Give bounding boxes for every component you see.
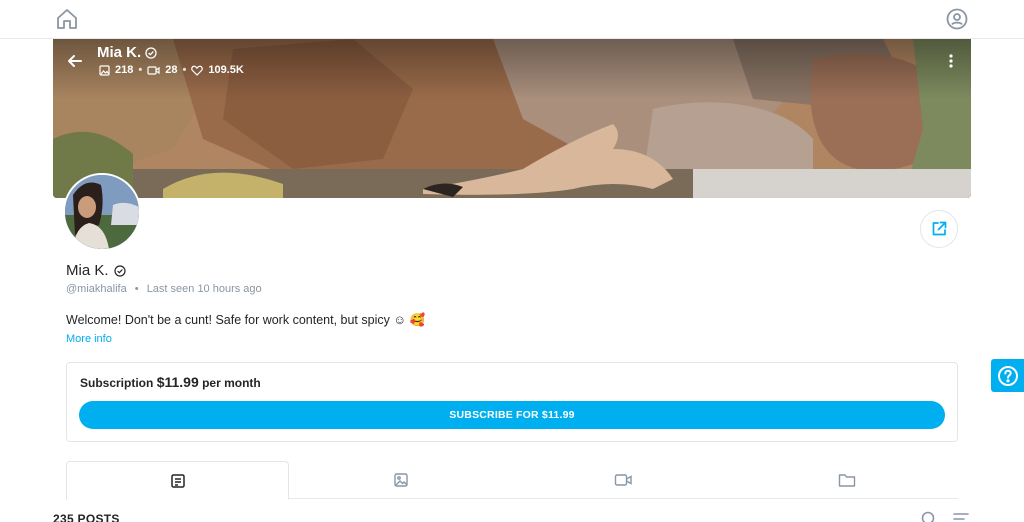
share-button[interactable] (920, 210, 958, 248)
posts-icon (170, 473, 185, 488)
search-icon[interactable] (920, 510, 938, 522)
help-button[interactable] (991, 359, 1024, 392)
home-icon[interactable] (55, 7, 79, 31)
share-icon (932, 221, 947, 236)
likes-count: 109.5K (208, 64, 244, 76)
more-vertical-icon (949, 54, 953, 68)
stats-separator: • (182, 64, 187, 76)
tab-collections[interactable] (735, 461, 958, 499)
video-icon (147, 65, 160, 75)
content-tabs (66, 461, 958, 500)
verified-badge-icon (113, 264, 126, 277)
cover-image: Mia K. 218 • 28 • 109.5K (53, 39, 971, 198)
photos-count: 218 (115, 64, 134, 76)
verified-badge-icon (145, 46, 157, 59)
folder-icon (838, 474, 855, 487)
tab-posts[interactable] (66, 461, 289, 500)
heart-icon (191, 65, 204, 76)
help-icon (997, 365, 1018, 386)
sort-icon[interactable] (952, 512, 970, 522)
top-bar (0, 0, 1024, 39)
photo-icon (99, 64, 110, 76)
subscribe-button[interactable]: SUBSCRIBE FOR $11.99 (79, 401, 945, 429)
subscription-title: Subscription $11.99 per month (80, 374, 261, 390)
last-seen: Last seen 10 hours ago (146, 283, 262, 295)
videos-count: 28 (165, 64, 178, 76)
meta-separator: • (134, 283, 139, 295)
cover-name-label: Mia K. (97, 44, 142, 61)
tab-videos[interactable] (512, 461, 735, 499)
back-button[interactable] (65, 51, 85, 71)
video-icon (614, 474, 632, 486)
stats-separator: • (138, 64, 143, 76)
posts-count: 235 POSTS (53, 512, 120, 522)
profile-meta: @miakhalifa • Last seen 10 hours ago (66, 283, 262, 295)
cover-profile-name: Mia K. (97, 44, 157, 61)
tab-photos[interactable] (289, 461, 512, 499)
subscription-price: $11.99 (156, 374, 199, 390)
subscription-period: per month (202, 376, 261, 390)
photo-icon (393, 473, 408, 487)
profile-name-label: Mia K. (66, 262, 109, 279)
profile-name: Mia K. (66, 262, 126, 279)
avatar[interactable] (63, 173, 141, 251)
profile-bio: Welcome! Don't be a cunt! Safe for work … (66, 313, 426, 327)
subscription-label: Subscription (80, 376, 154, 390)
cover-stats: 218 • 28 • 109.5K (99, 64, 244, 76)
more-options-button[interactable] (947, 53, 955, 69)
subscription-card: Subscription $11.99 per month SUBSCRIBE … (66, 362, 958, 442)
arrow-left-icon (68, 55, 82, 67)
account-icon[interactable] (945, 7, 969, 31)
profile-handle[interactable]: @miakhalifa (66, 283, 127, 295)
avatar-photo (65, 175, 139, 249)
more-info-link[interactable]: More info (66, 333, 112, 345)
